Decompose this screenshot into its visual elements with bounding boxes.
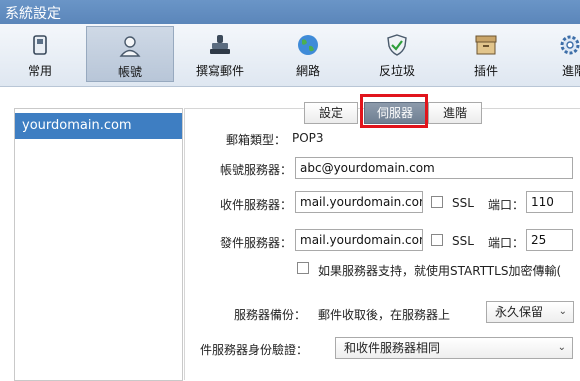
toolbar-item-account[interactable]: 帳號 [86, 26, 174, 82]
toolbar-item-plugins[interactable]: 插件 [446, 26, 526, 82]
toolbar-item-advanced[interactable]: 進階 [540, 26, 580, 82]
incoming-port-label: 端口： [487, 198, 524, 212]
incoming-ssl-label: SSL [452, 196, 474, 210]
title-bar: 系統設定 [0, 0, 580, 24]
phone-icon [33, 35, 47, 55]
shield-icon [387, 34, 407, 56]
backup-select[interactable]: 永久保留 ⌄ [486, 301, 574, 323]
toolbar-item-network[interactable]: 網路 [268, 26, 348, 82]
account-item[interactable]: yourdomain.com [15, 113, 182, 139]
window-title: 系統設定 [5, 6, 61, 22]
stamp-icon [210, 35, 230, 54]
chevron-down-icon: ⌄ [557, 342, 566, 353]
auth-select[interactable]: 和收件服務器相同 ⌄ [335, 337, 573, 359]
toolbar-item-general[interactable]: 常用 [0, 26, 80, 82]
incoming-server-input[interactable]: mail.yourdomain.com [295, 191, 423, 213]
incoming-server-label: 收件服務器： [219, 198, 292, 212]
mailbox-type-label: 郵箱類型： [225, 133, 286, 147]
incoming-port-input[interactable]: 110 [526, 191, 573, 213]
mailbox-type-value: POP3 [292, 131, 324, 145]
auth-select-value: 和收件服務器相同 [344, 341, 441, 355]
backup-select-value: 永久保留 [495, 305, 544, 319]
outgoing-server-label: 發件服務器： [219, 236, 292, 250]
account-server-label: 帳號服務器： [219, 163, 292, 177]
outgoing-port-input[interactable]: 25 [526, 229, 573, 251]
tab-settings[interactable]: 設定 [304, 102, 358, 124]
outgoing-ssl-label: SSL [452, 234, 474, 248]
user-icon [119, 36, 141, 57]
account-list: yourdomain.com [14, 108, 183, 381]
box-icon [475, 35, 497, 55]
starttls-checkbox[interactable] [297, 262, 309, 274]
outgoing-port-label: 端口： [487, 236, 524, 250]
toolbar: 常用 帳號 撰寫郵件 網路 反垃圾 插件 進 [0, 24, 580, 87]
tab-advanced[interactable]: 進階 [428, 102, 482, 124]
account-server-input[interactable]: abc@yourdomain.com [295, 157, 573, 179]
highlight-box [360, 94, 428, 128]
outgoing-server-input[interactable]: mail.yourdomain.com [295, 229, 423, 251]
globe-icon [298, 35, 318, 55]
toolbar-item-antispam[interactable]: 反垃圾 [357, 26, 437, 82]
toolbar-item-compose[interactable]: 撰寫郵件 [180, 26, 260, 82]
auth-label: 件服務器身份驗證： [200, 343, 309, 357]
starttls-label: 如果服務器支持，就使用STARTTLS加密傳輸( [318, 264, 562, 278]
outgoing-ssl-checkbox[interactable] [431, 234, 443, 246]
gear-icon [560, 35, 580, 55]
backup-description: 郵件收取後，在服務器上 [318, 308, 451, 322]
backup-label: 服務器備份： [233, 308, 306, 322]
incoming-ssl-checkbox[interactable] [431, 196, 443, 208]
chevron-down-icon: ⌄ [558, 306, 567, 317]
